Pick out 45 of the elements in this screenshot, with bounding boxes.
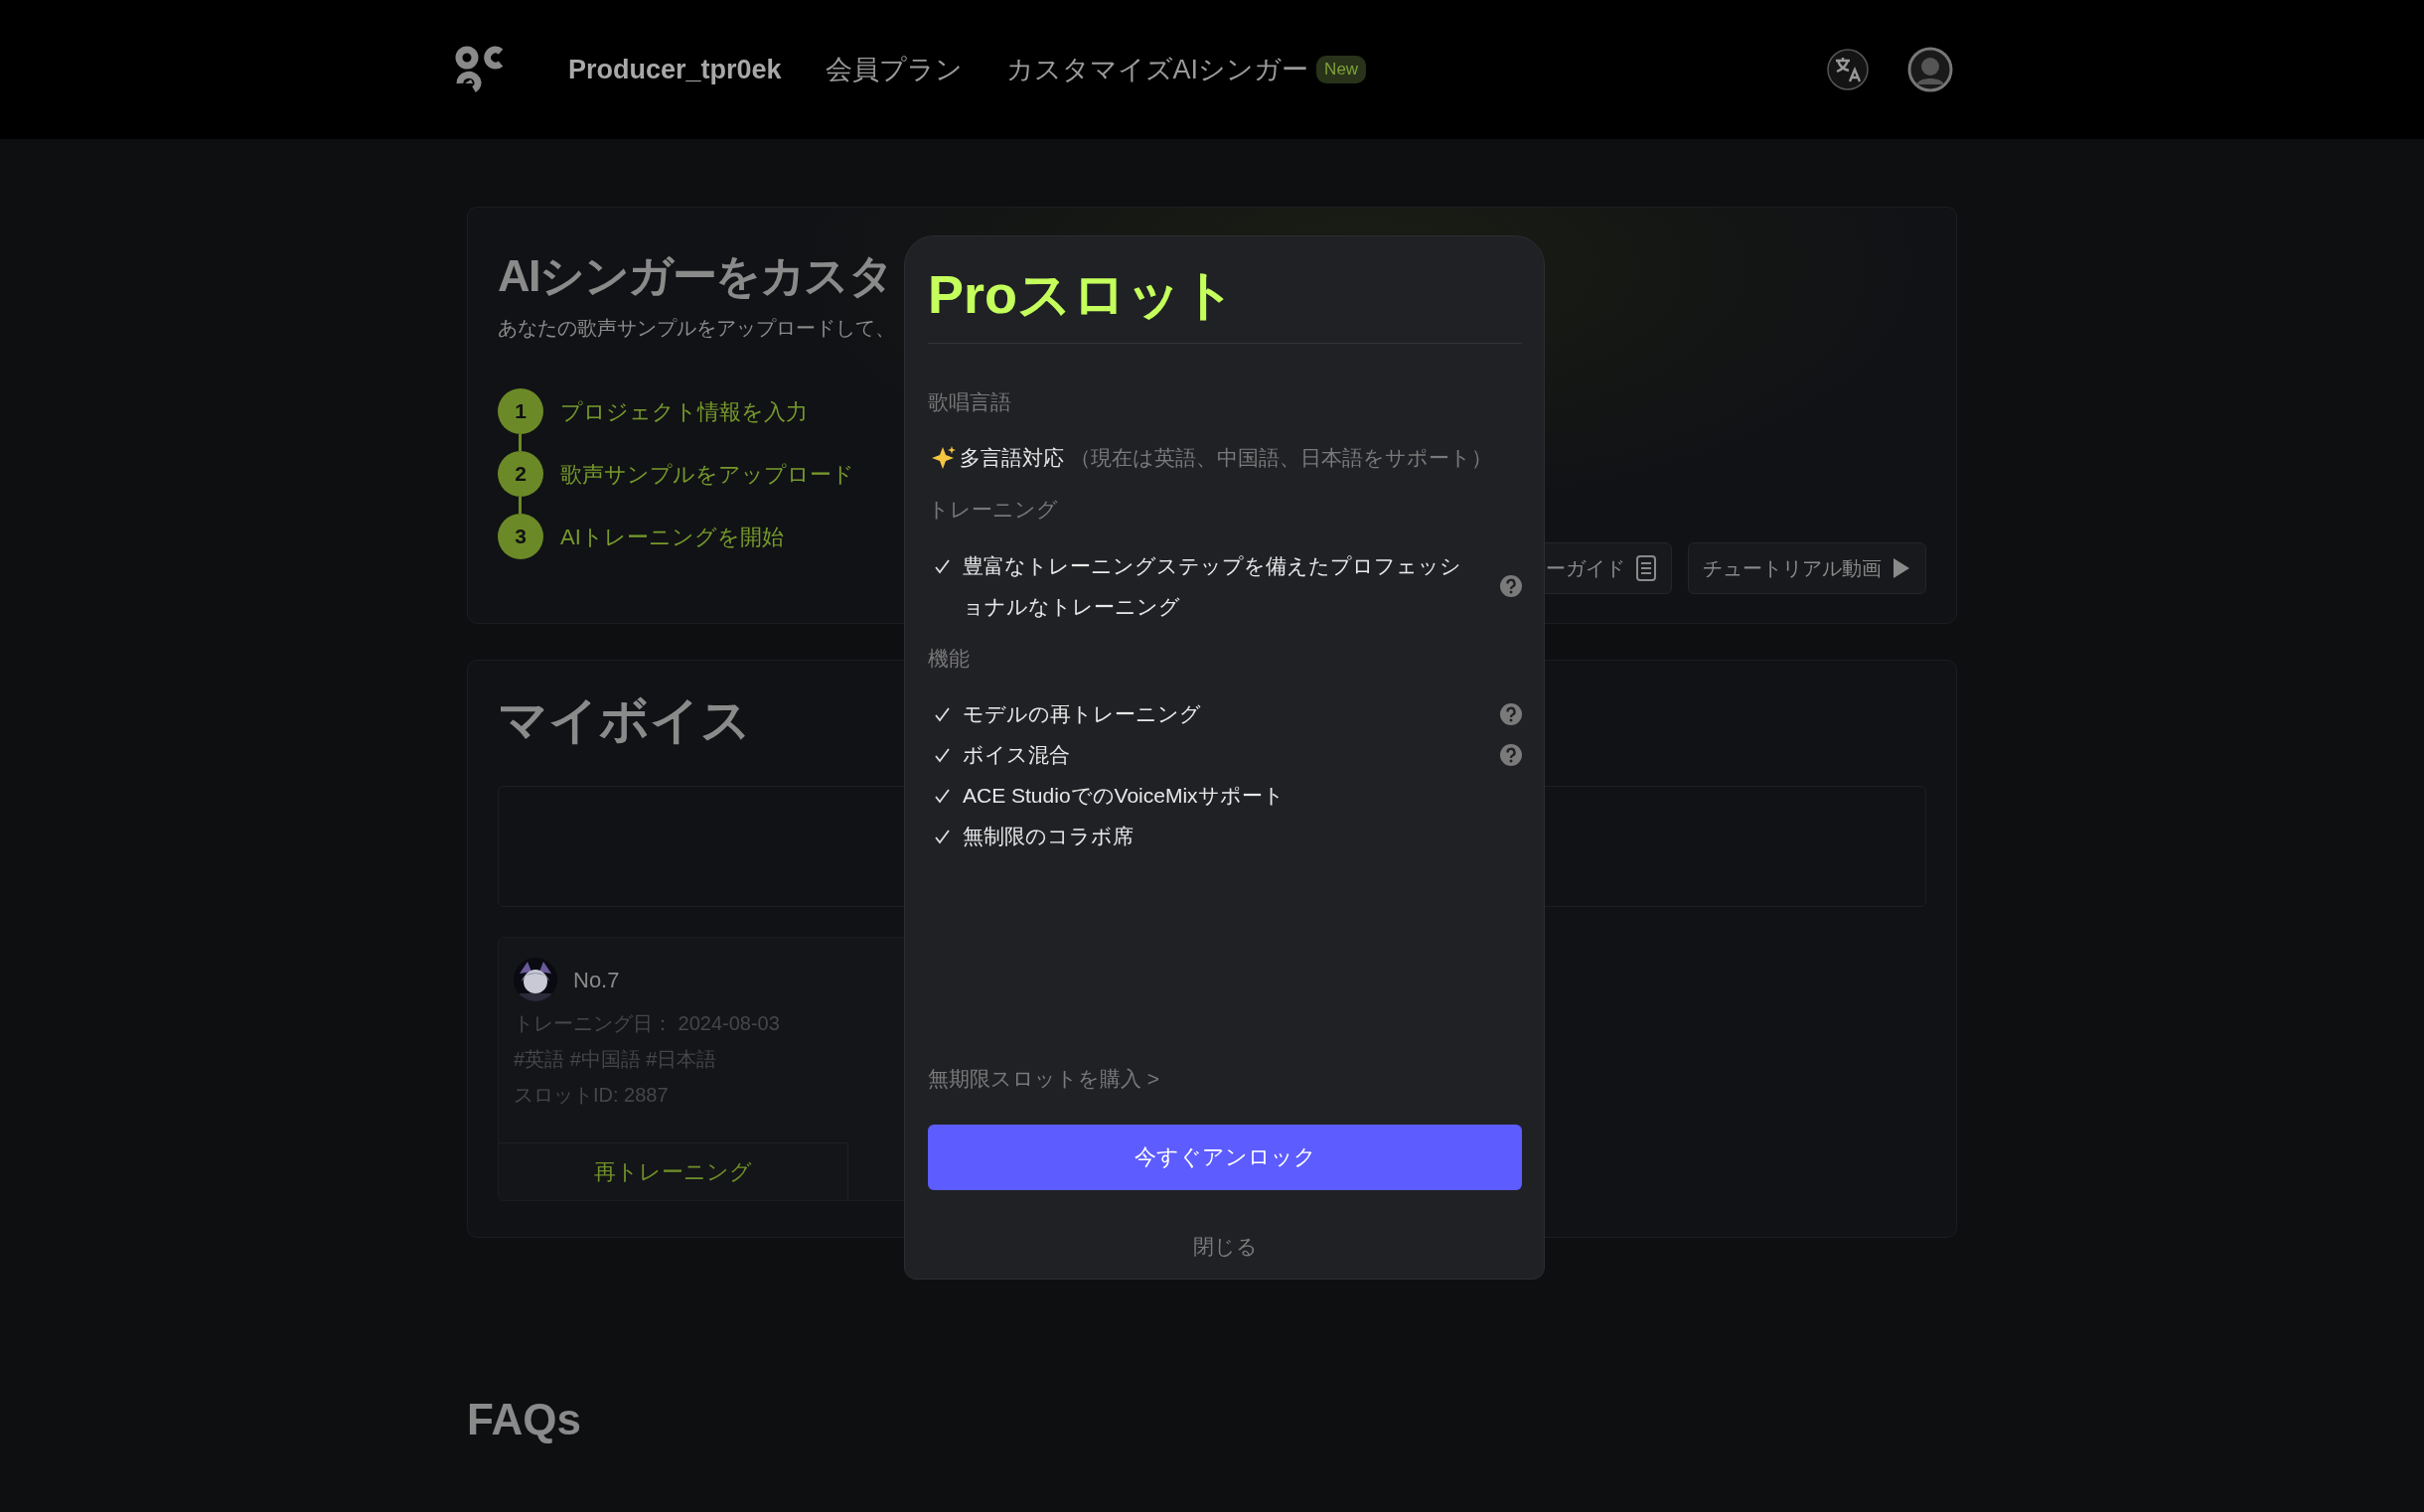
check-icon bbox=[934, 706, 951, 723]
section-heading: 歌唱言語 bbox=[928, 388, 1011, 415]
feature-text: 豊富なトレーニングステップを備えたプロフェッショナルなトレーニング bbox=[963, 552, 1462, 620]
step-label: AIトレーニングを開始 bbox=[560, 523, 784, 551]
check-icon bbox=[934, 829, 951, 845]
modal-title: Proスロット bbox=[928, 262, 1522, 344]
hero-subtitle: あなたの歌声サンプルをアップロードして、 bbox=[498, 316, 895, 341]
feature-text: ACE StudioでのVoiceMixサポート bbox=[963, 783, 1285, 810]
hero-title: AIシンガーをカスタ bbox=[498, 249, 892, 303]
feature-text: モデルの再トレーニング bbox=[963, 701, 1201, 728]
avatar-icon[interactable] bbox=[1907, 47, 1953, 92]
feature-text: 多言語対応 bbox=[960, 445, 1064, 472]
section-title: マイボイス bbox=[498, 691, 751, 750]
nav-link[interactable]: カスタマイズAIシンガー New bbox=[1005, 49, 1367, 90]
nav-link[interactable]: 会員プラン bbox=[825, 49, 963, 90]
help-icon[interactable] bbox=[1500, 574, 1522, 597]
check-icon bbox=[934, 747, 951, 764]
sparkle-icon bbox=[931, 445, 956, 471]
document-icon bbox=[1635, 554, 1657, 582]
purchase-link[interactable]: 無期限スロットを購入 > bbox=[928, 1063, 1522, 1095]
help-icon[interactable] bbox=[1500, 743, 1522, 766]
check-icon bbox=[934, 557, 951, 574]
hero-button[interactable]: チュートリアル動画 bbox=[1688, 542, 1926, 594]
new-badge: New bbox=[1316, 56, 1367, 83]
step-number: 2 bbox=[498, 451, 543, 497]
step-label: プロジェクト情報を入力 bbox=[560, 397, 808, 426]
play-icon bbox=[1892, 556, 1911, 580]
unlock-button[interactable]: 今すぐアンロック bbox=[928, 1124, 1522, 1190]
logo-icon[interactable] bbox=[455, 44, 505, 95]
step-number: 3 bbox=[498, 514, 543, 559]
feature-note: （現在は英語、中国語、日本語をサポート） bbox=[1070, 445, 1492, 472]
step-label: 歌声サンプルをアップロード bbox=[560, 460, 854, 489]
close-button[interactable]: 閉じる bbox=[1186, 1229, 1264, 1263]
section-heading: トレーニング bbox=[928, 497, 1058, 524]
retrain-button[interactable]: 再トレーニング bbox=[499, 1142, 848, 1200]
nav-link[interactable]: Producer_tpr0ek bbox=[568, 49, 782, 90]
voice-name: No.7 bbox=[573, 966, 620, 994]
section-heading: 機能 bbox=[928, 645, 970, 672]
translate-icon[interactable] bbox=[1826, 48, 1870, 91]
faq-title: FAQs bbox=[467, 1394, 582, 1445]
feature-text: 無制限のコラボ席 bbox=[963, 824, 1134, 850]
check-icon bbox=[934, 788, 951, 805]
feature-text: ボイス混合 bbox=[963, 742, 1070, 769]
step-number: 1 bbox=[498, 388, 543, 434]
help-icon[interactable] bbox=[1500, 702, 1522, 725]
